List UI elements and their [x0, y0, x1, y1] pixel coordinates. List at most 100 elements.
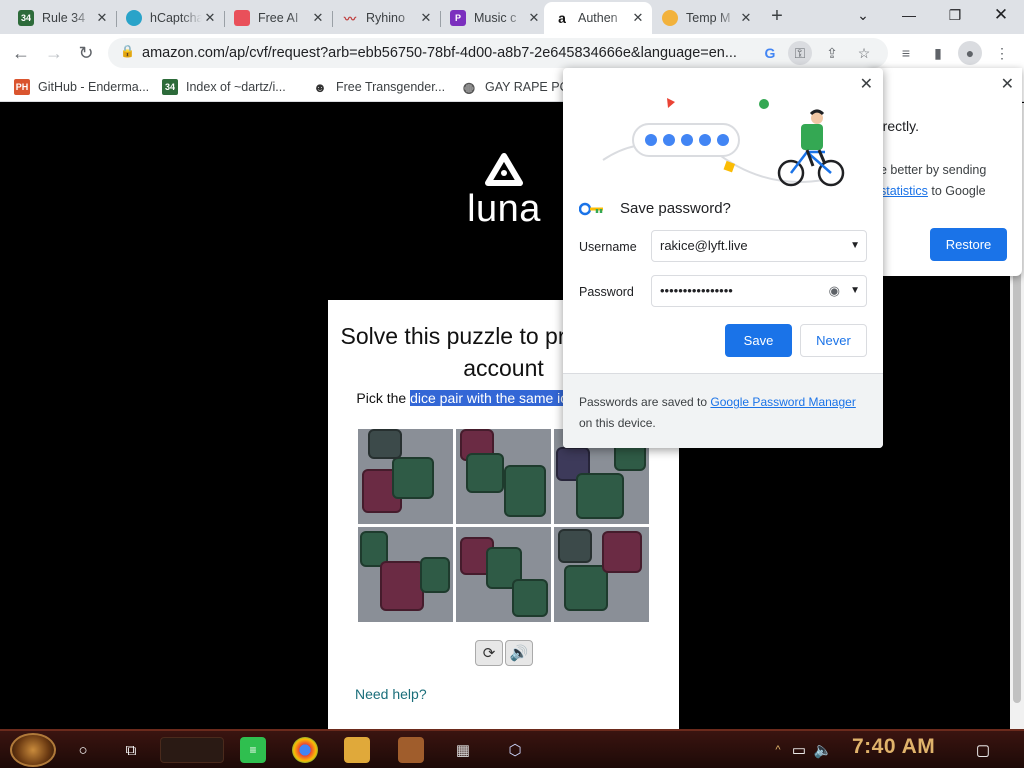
new-tab-button[interactable]: +	[766, 6, 788, 28]
close-icon[interactable]: ✕	[860, 74, 873, 94]
tab-ryhino[interactable]: 〰 Ryhino ✕	[332, 2, 440, 34]
minimize-button[interactable]: —	[886, 4, 932, 28]
reload-captcha-icon[interactable]: ⟳	[475, 640, 503, 666]
statistics-link[interactable]: statistics	[880, 184, 928, 198]
tab-authentication[interactable]: a Authen ✕	[544, 2, 652, 34]
bookmark-free-transgender[interactable]: ☻ Free Transgender...	[312, 78, 445, 96]
rule34-favicon-icon: 34	[18, 10, 34, 26]
close-tab-icon[interactable]: ✕	[738, 10, 754, 26]
password-illustration	[602, 98, 845, 187]
bookmark-label: Free Transgender...	[336, 80, 446, 94]
password-manager-link[interactable]: Google Password Manager	[710, 395, 855, 409]
dice-tile[interactable]	[456, 429, 551, 524]
restore-button[interactable]: Restore	[930, 228, 1007, 261]
taskbar-search[interactable]	[160, 737, 224, 763]
bookmark-github[interactable]: PH GitHub - Enderma...	[14, 78, 149, 96]
restore-description: e better by sending statistics to Google	[880, 160, 1020, 202]
reload-button[interactable]: ↻	[74, 41, 98, 65]
restore-popup: ✕ rrectly. e better by sending statistic…	[870, 68, 1022, 276]
close-tab-icon[interactable]: ✕	[526, 10, 542, 26]
tab-title: hCaptcha	[150, 11, 202, 25]
dice-tile[interactable]	[456, 527, 551, 622]
side-panel-icon[interactable]: ▮	[926, 41, 950, 65]
chevron-down-icon[interactable]: ▼	[850, 231, 860, 261]
notification-center-icon[interactable]: ▢	[970, 737, 996, 763]
rule34-icon: 34	[162, 79, 178, 95]
close-tab-icon[interactable]: ✕	[418, 10, 434, 26]
notes-app-icon[interactable]: ≡	[240, 737, 266, 763]
music-favicon-icon: P	[450, 10, 466, 26]
bookmark-star-icon[interactable]: ☆	[852, 41, 876, 65]
restore-text: to Google	[927, 184, 986, 198]
tab-title: Ryhino	[366, 11, 405, 25]
bookmark-index-dartz[interactable]: 34 Index of ~dartz/i...	[162, 78, 286, 96]
username-label: Username	[579, 240, 637, 254]
chevron-down-icon[interactable]: ▼	[850, 276, 860, 306]
tab-hcaptcha[interactable]: hCaptcha ✕	[116, 2, 224, 34]
close-tab-icon[interactable]: ✕	[630, 10, 646, 26]
close-tab-icon[interactable]: ✕	[310, 10, 326, 26]
dice-tile[interactable]	[358, 527, 453, 622]
producthunt-icon: PH	[14, 79, 30, 95]
share-icon[interactable]: ⇪	[820, 41, 844, 65]
save-button[interactable]: Save	[725, 324, 792, 357]
show-password-eye-icon[interactable]: ◉	[829, 276, 840, 306]
close-tab-icon[interactable]: ✕	[94, 10, 110, 26]
maximize-button[interactable]: ❐	[932, 4, 978, 28]
tab-free-ai[interactable]: Free AI ✕	[224, 2, 332, 34]
dice-grid	[358, 429, 650, 623]
volume-muted-icon[interactable]: 🔈	[810, 737, 836, 763]
profile-avatar-icon[interactable]: ●	[958, 41, 982, 65]
password-key-icon[interactable]: ⚿	[788, 41, 812, 65]
tab-rule34[interactable]: 34 Rule 34 ✕	[8, 2, 116, 34]
footer-text: Passwords are saved to	[579, 395, 711, 409]
bookmark-label: GitHub - Enderma...	[38, 80, 150, 94]
lock-icon: 🔒	[120, 44, 135, 58]
temp-mail-favicon-icon	[662, 10, 678, 26]
password-value: ••••••••••••••••	[660, 283, 733, 298]
google-lens-icon[interactable]: G	[758, 41, 782, 65]
tab-temp-mail[interactable]: Temp M ✕	[652, 2, 760, 34]
tab-title: Authen	[578, 11, 618, 25]
back-button[interactable]: ←	[9, 41, 33, 65]
need-help-link[interactable]: Need help?	[355, 686, 427, 702]
tab-strip: 34 Rule 34 ✕ hCaptcha ✕ Free AI ✕ 〰 Ryhi…	[0, 0, 1024, 34]
never-button[interactable]: Never	[800, 324, 867, 357]
username-field[interactable]: rakice@lyft.live ▼	[651, 230, 867, 262]
game-app-icon[interactable]	[398, 737, 424, 763]
reading-list-icon[interactable]: ≡	[894, 41, 918, 65]
tab-title: Music c	[474, 11, 517, 25]
forward-button[interactable]: →	[42, 41, 66, 65]
photos-icon[interactable]: ▦	[450, 737, 476, 763]
close-window-button[interactable]: ✕	[978, 4, 1024, 28]
close-tab-icon[interactable]: ✕	[202, 10, 218, 26]
free-ai-favicon-icon	[234, 10, 250, 26]
audio-captcha-icon[interactable]: 🔊	[505, 640, 533, 666]
dice-tile[interactable]	[358, 429, 453, 524]
dice-tile[interactable]	[554, 527, 649, 622]
password-field[interactable]: •••••••••••••••• ◉ ▼	[651, 275, 867, 307]
address-bar[interactable]: 🔒 amazon.com/ap/cvf/request?arb=ebb56750…	[108, 38, 888, 68]
chrome-icon[interactable]	[292, 737, 318, 763]
tab-search-icon[interactable]: ⌄	[840, 4, 886, 28]
network-icon[interactable]: ▭	[786, 737, 812, 763]
menu-kebab-icon[interactable]: ⋮	[990, 41, 1014, 65]
cortana-circle-icon[interactable]: ○	[70, 737, 96, 763]
amazon-favicon-icon: a	[554, 10, 570, 26]
task-view-icon[interactable]: ⧉	[118, 737, 144, 763]
scrollbar-thumb[interactable]	[1013, 263, 1021, 703]
tab-music[interactable]: P Music c ✕	[440, 2, 548, 34]
file-explorer-icon[interactable]	[344, 737, 370, 763]
save-password-dialog: ✕ Save password? Username rakice@lyft.li…	[563, 68, 883, 448]
footer-text: on this device.	[579, 416, 656, 430]
start-button[interactable]	[10, 733, 56, 767]
bookmark-label: Index of ~dartz/i...	[186, 80, 286, 94]
restore-text: e better by sending	[880, 163, 987, 177]
close-icon[interactable]: ✕	[1001, 74, 1014, 94]
3d-viewer-icon[interactable]: ⬡	[502, 737, 528, 763]
url-text[interactable]: amazon.com/ap/cvf/request?arb=ebb56750-7…	[142, 45, 757, 61]
bookmark-gay-rape-po[interactable]: ◍ GAY RAPE PO	[461, 78, 569, 96]
taskbar-clock[interactable]: 7:40 AM	[852, 735, 935, 759]
tab-title: Rule 34	[42, 11, 86, 25]
luna-wordmark: luna	[467, 188, 541, 230]
